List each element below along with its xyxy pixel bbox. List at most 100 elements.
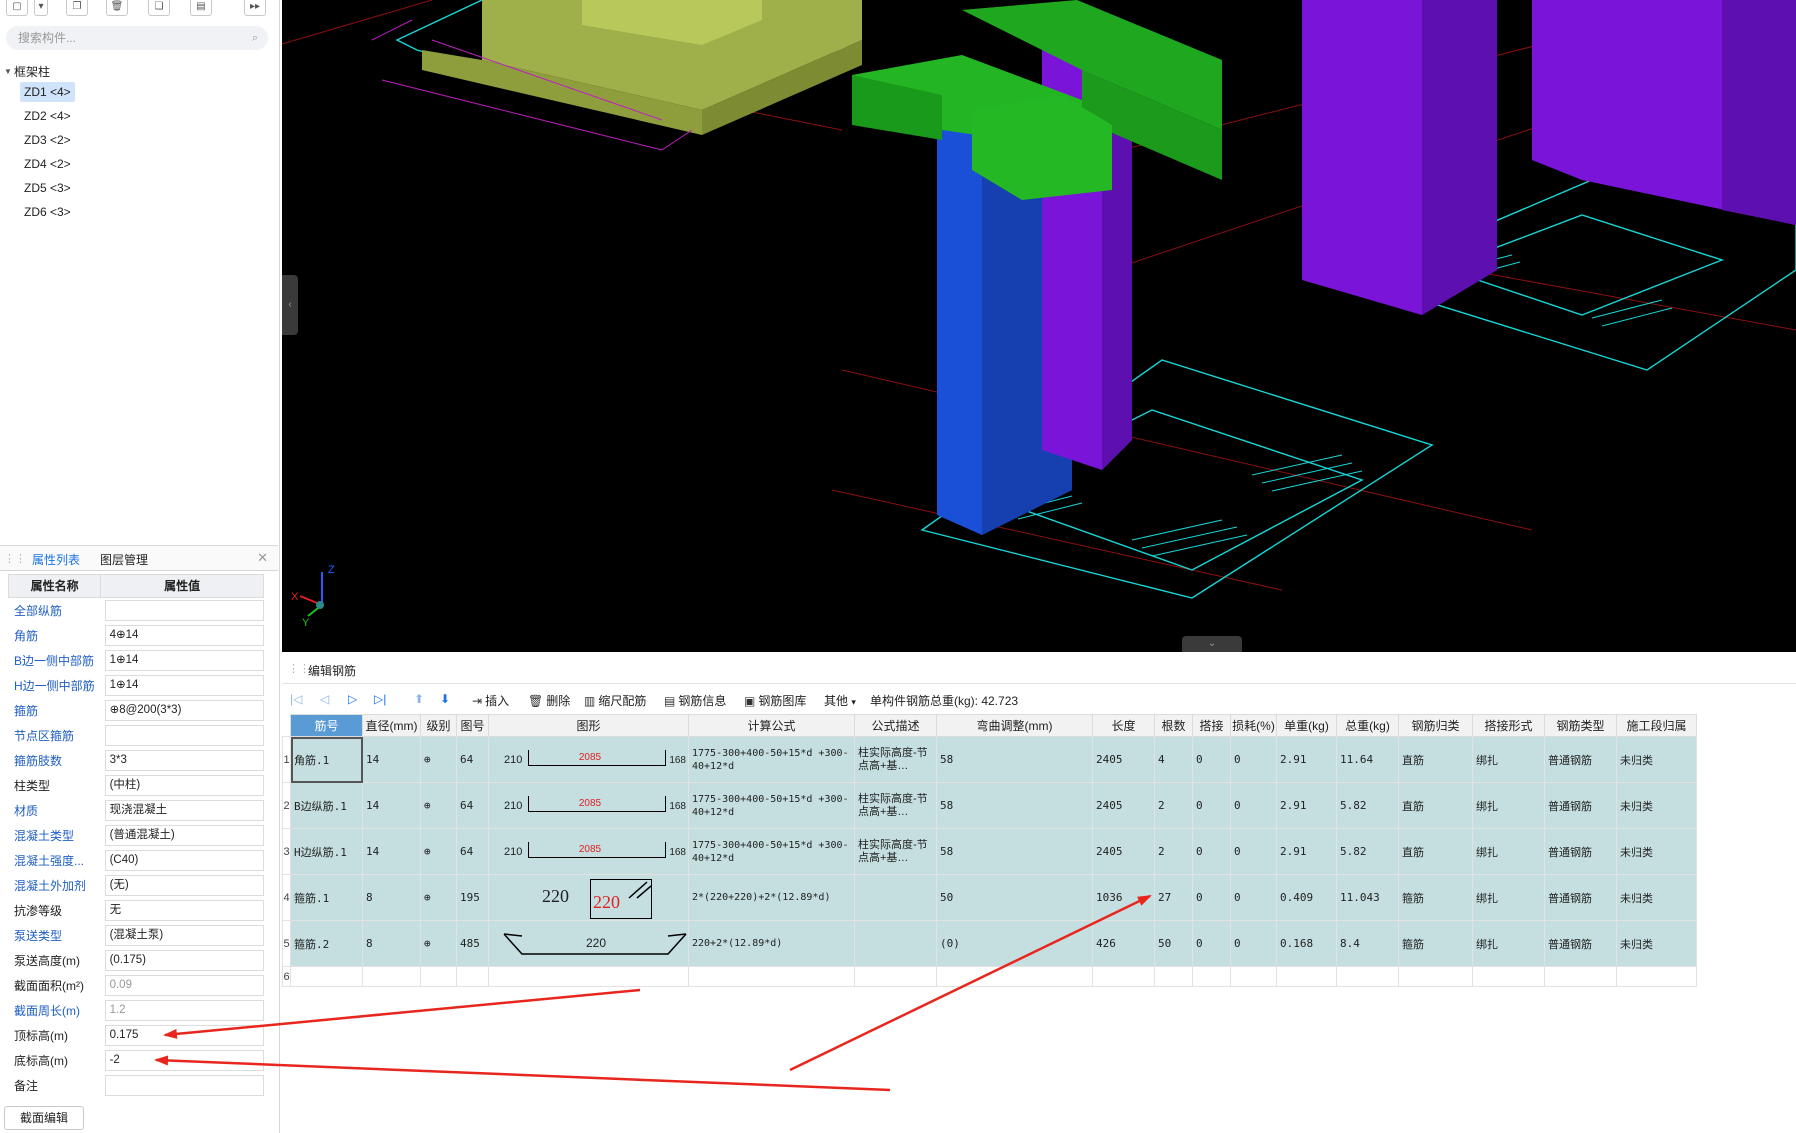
move-up-icon[interactable]: ⬆ bbox=[414, 692, 424, 706]
cell-lap[interactable]: 0 bbox=[1192, 828, 1231, 875]
column-header[interactable]: 根数 bbox=[1154, 714, 1193, 737]
cell-bend-adjust[interactable]: 58 bbox=[936, 828, 1093, 875]
cell-formula[interactable]: 220+2*(12.89*d) bbox=[688, 920, 855, 967]
cell-unit-weight[interactable]: 2.91 bbox=[1276, 736, 1337, 783]
cell-unit-weight[interactable]: 0.168 bbox=[1276, 920, 1337, 967]
insert-button[interactable]: ⇥ 插入 bbox=[472, 692, 509, 709]
empty-cell[interactable] bbox=[688, 966, 855, 987]
empty-cell[interactable] bbox=[362, 966, 421, 987]
column-header[interactable]: 损耗(%) bbox=[1230, 714, 1277, 737]
property-value-field[interactable]: -2 bbox=[104, 1050, 264, 1071]
empty-cell[interactable] bbox=[1154, 966, 1193, 987]
cell-diameter[interactable]: 14 bbox=[362, 828, 421, 875]
cell-lap-form[interactable]: 绑扎 bbox=[1472, 782, 1545, 829]
cell-bend-adjust[interactable]: 58 bbox=[936, 782, 1093, 829]
cell-loss[interactable]: 0 bbox=[1230, 828, 1277, 875]
tree-item[interactable]: ZD6 <3> bbox=[0, 202, 270, 226]
cell-total-weight[interactable]: 11.64 bbox=[1336, 736, 1399, 783]
cell-formula[interactable]: 1775-300+400-50+15*d +300-40+12*d bbox=[688, 828, 855, 875]
duplicate-icon[interactable]: ❏ bbox=[148, 0, 170, 16]
table-row[interactable]: 4 箍筋.1 8 ⊕ 195 220 220 2*(220+220)+2*(12.… bbox=[282, 874, 1697, 921]
cell-rebar-type[interactable]: 普通钢筋 bbox=[1544, 920, 1617, 967]
cell-grade[interactable]: ⊕ bbox=[420, 736, 457, 783]
cell-bar-name[interactable]: 角筋.1 bbox=[290, 736, 363, 783]
move-down-icon[interactable]: ⬇ bbox=[440, 692, 450, 706]
cell-count[interactable]: 50 bbox=[1154, 920, 1193, 967]
rebar-library-button[interactable]: ▣ 钢筋图库 bbox=[744, 692, 806, 709]
cell-bar-name[interactable]: B边纵筋.1 bbox=[290, 782, 363, 829]
cell-category[interactable]: 箍筋 bbox=[1398, 874, 1473, 921]
tree-item[interactable]: ZD3 <2> bbox=[0, 130, 270, 154]
cell-loss[interactable]: 0 bbox=[1230, 736, 1277, 783]
empty-cell[interactable] bbox=[1472, 966, 1545, 987]
cell-lap[interactable]: 0 bbox=[1192, 782, 1231, 829]
cell-figure-no[interactable]: 195 bbox=[456, 874, 489, 921]
collapse-bottom-handle[interactable]: ⌄ bbox=[1182, 636, 1242, 652]
column-header[interactable]: 直径(mm) bbox=[362, 714, 421, 737]
column-header[interactable]: 长度 bbox=[1092, 714, 1155, 737]
new-component-icon[interactable]: ▢ bbox=[6, 0, 28, 16]
cell-grade[interactable]: ⊕ bbox=[420, 920, 457, 967]
collapse-arrow-icon[interactable]: ▼ bbox=[4, 62, 12, 82]
column-header[interactable]: 公式描述 bbox=[854, 714, 937, 737]
cell-total-weight[interactable]: 11.043 bbox=[1336, 874, 1399, 921]
tree-item[interactable]: ZD5 <3> bbox=[0, 178, 270, 202]
cell-shape[interactable]: 210 2085 168 bbox=[488, 828, 689, 875]
property-value-field[interactable]: 4⊕14 bbox=[104, 625, 264, 646]
layer-copy-icon[interactable]: ▤ bbox=[190, 0, 212, 16]
cell-description[interactable]: 柱实际高度-节点高+基… bbox=[854, 736, 937, 783]
column-header[interactable]: 筋号 bbox=[290, 714, 363, 737]
cell-rebar-type[interactable]: 普通钢筋 bbox=[1544, 782, 1617, 829]
cell-stage[interactable]: 未归类 bbox=[1616, 736, 1697, 783]
cell-figure-no[interactable]: 64 bbox=[456, 782, 489, 829]
empty-cell[interactable] bbox=[420, 966, 457, 987]
property-value-field[interactable]: (中柱) bbox=[104, 775, 264, 796]
cell-lap[interactable]: 0 bbox=[1192, 874, 1231, 921]
tree-root-frame-column[interactable]: ▼ 框架柱 bbox=[0, 62, 270, 82]
first-record-icon[interactable]: |◁ bbox=[290, 692, 302, 706]
empty-cell[interactable] bbox=[1398, 966, 1473, 987]
cell-bar-name[interactable]: 箍筋.1 bbox=[290, 874, 363, 921]
property-value-field[interactable]: (普通混凝土) bbox=[104, 825, 264, 846]
cell-rebar-type[interactable]: 普通钢筋 bbox=[1544, 828, 1617, 875]
empty-cell[interactable] bbox=[1616, 966, 1697, 987]
delete-button[interactable]: 🗑 删除 bbox=[528, 692, 570, 709]
cell-formula[interactable]: 1775-300+400-50+15*d +300-40+12*d bbox=[688, 782, 855, 829]
cell-length[interactable]: 2405 bbox=[1092, 736, 1155, 783]
empty-cell[interactable] bbox=[1336, 966, 1399, 987]
next-record-icon[interactable]: ▷ bbox=[348, 692, 357, 706]
cell-formula[interactable]: 2*(220+220)+2*(12.89*d) bbox=[688, 874, 855, 921]
other-menu-button[interactable]: 其他 ▾ bbox=[824, 692, 856, 709]
cell-description[interactable]: 柱实际高度-节点高+基… bbox=[854, 782, 937, 829]
cell-loss[interactable]: 0 bbox=[1230, 782, 1277, 829]
cell-category[interactable]: 直筋 bbox=[1398, 828, 1473, 875]
cell-bend-adjust[interactable]: 58 bbox=[936, 736, 1093, 783]
empty-cell[interactable] bbox=[488, 966, 689, 987]
3d-viewport[interactable]: Z X Y bbox=[282, 0, 1796, 652]
cell-diameter[interactable]: 8 bbox=[362, 874, 421, 921]
cell-lap-form[interactable]: 绑扎 bbox=[1472, 736, 1545, 783]
last-record-icon[interactable]: ▷| bbox=[374, 692, 386, 706]
table-row[interactable]: 3 H边纵筋.1 14 ⊕ 64 210 2085 168 1775-300+400… bbox=[282, 828, 1697, 875]
property-value-field[interactable]: (C40) bbox=[104, 850, 264, 871]
cell-category[interactable]: 箍筋 bbox=[1398, 920, 1473, 967]
cell-lap-form[interactable]: 绑扎 bbox=[1472, 828, 1545, 875]
column-header[interactable]: 图形 bbox=[488, 714, 689, 737]
cell-category[interactable]: 直筋 bbox=[1398, 782, 1473, 829]
cell-lap-form[interactable]: 绑扎 bbox=[1472, 874, 1545, 921]
property-value-field[interactable]: 无 bbox=[104, 900, 264, 921]
cell-length[interactable]: 1036 bbox=[1092, 874, 1155, 921]
cell-lap-form[interactable]: 绑扎 bbox=[1472, 920, 1545, 967]
search-icon[interactable]: ⌕ bbox=[252, 26, 258, 50]
column-header[interactable]: 钢筋类型 bbox=[1544, 714, 1617, 737]
column-header[interactable]: 总重(kg) bbox=[1336, 714, 1399, 737]
cell-rebar-type[interactable]: 普通钢筋 bbox=[1544, 736, 1617, 783]
cell-category[interactable]: 直筋 bbox=[1398, 736, 1473, 783]
cell-description[interactable]: 柱实际高度-节点高+基… bbox=[854, 828, 937, 875]
close-icon[interactable]: ✕ bbox=[257, 550, 268, 566]
column-header[interactable]: 搭接 bbox=[1192, 714, 1231, 737]
column-header[interactable]: 钢筋归类 bbox=[1398, 714, 1473, 737]
tree-item[interactable]: ZD1 <4> bbox=[0, 82, 270, 106]
cell-lap[interactable]: 0 bbox=[1192, 736, 1231, 783]
prev-record-icon[interactable]: ◁ bbox=[320, 692, 329, 706]
